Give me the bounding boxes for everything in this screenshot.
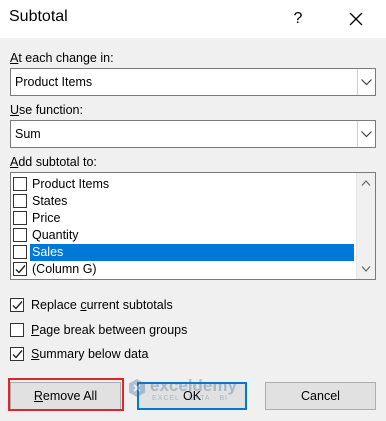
chevron-down-icon [361, 79, 372, 86]
scroll-up-icon[interactable] [361, 179, 371, 187]
dropdown-button[interactable] [357, 69, 375, 95]
help-button[interactable]: ? [283, 4, 313, 34]
add-subtotal-list[interactable]: Product Items States Price Quantity Sale… [10, 172, 376, 280]
checkbox[interactable] [13, 228, 27, 242]
option-label: Page break between groups [31, 323, 188, 337]
dropdown-button[interactable] [357, 121, 375, 147]
at-each-change-select[interactable]: Product Items [10, 68, 376, 96]
checkbox[interactable] [10, 323, 24, 337]
dialog-title: Subtotal [9, 8, 68, 25]
add-subtotal-label: Add subtotal to: [10, 155, 97, 169]
checkbox-checked[interactable] [10, 347, 24, 361]
checkmark-icon [15, 265, 26, 274]
at-each-change-label: At each change in: [10, 51, 114, 65]
list-item-price[interactable]: Price [11, 210, 356, 227]
list-item-label: Sales [30, 244, 354, 261]
checkmark-icon [12, 350, 23, 359]
list-item-column-g[interactable]: (Column G) [11, 261, 356, 278]
list-item-label: States [32, 194, 68, 208]
use-function-value: Sum [15, 127, 41, 141]
option-label: Summary below data [31, 347, 149, 361]
list-item-label: (Column G) [32, 262, 97, 276]
title-bar: Subtotal ? [0, 0, 386, 38]
chevron-down-icon [361, 131, 372, 138]
checkbox-checked[interactable] [13, 262, 27, 276]
ok-button[interactable]: OK [137, 382, 247, 410]
list-item-label: Quantity [32, 228, 79, 242]
checkbox-checked[interactable] [10, 298, 24, 312]
close-button[interactable] [339, 4, 373, 34]
cancel-button[interactable]: Cancel [265, 382, 376, 410]
checkbox[interactable] [13, 177, 27, 191]
checkbox[interactable] [13, 211, 27, 225]
list-item-quantity[interactable]: Quantity [11, 227, 356, 244]
list-item-sales[interactable]: Sales [11, 244, 356, 261]
list-item-label: Price [32, 211, 61, 225]
close-icon [349, 12, 363, 26]
scroll-down-icon[interactable] [361, 265, 371, 273]
list-item-label: Product Items [32, 177, 110, 191]
scrollbar[interactable] [356, 173, 375, 279]
checkmark-icon [12, 301, 23, 310]
at-each-change-value: Product Items [15, 75, 93, 89]
checkbox[interactable] [13, 194, 27, 208]
list-item-states[interactable]: States [11, 193, 356, 210]
use-function-label: Use function: [10, 103, 83, 117]
list-item-product-items[interactable]: Product Items [11, 176, 356, 193]
checkbox[interactable] [13, 245, 27, 259]
use-function-select[interactable]: Sum [10, 120, 376, 148]
option-label: Replace current subtotals [31, 298, 173, 312]
highlight-annotation [8, 378, 124, 411]
